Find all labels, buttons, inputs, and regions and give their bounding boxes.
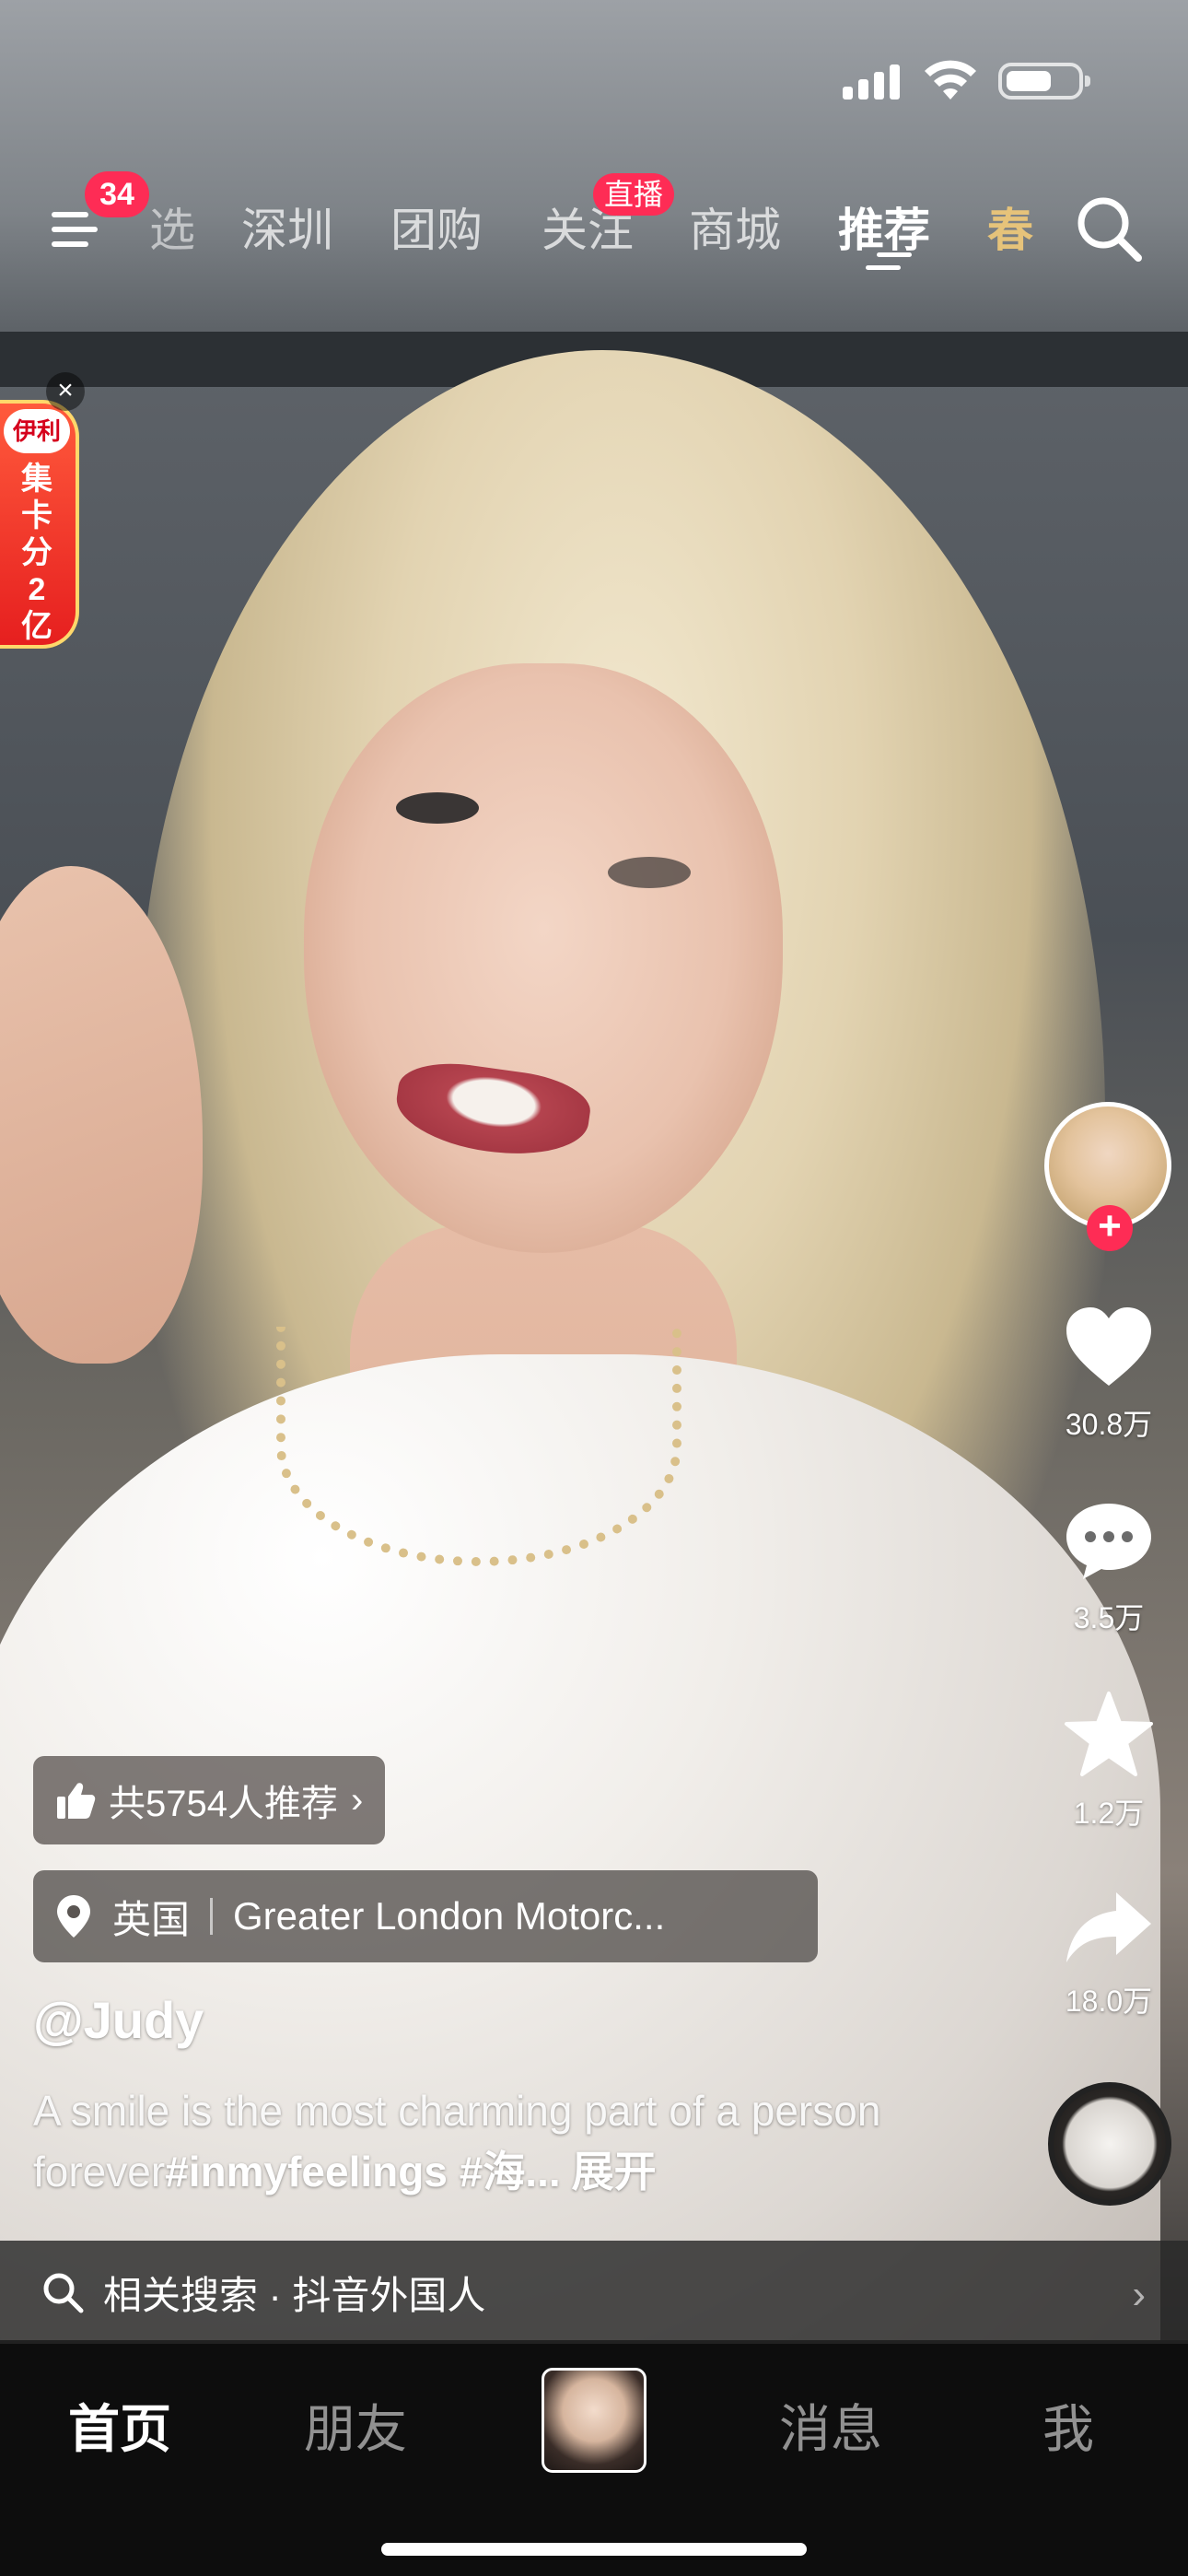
promo-text: 集卡分2亿 [21,462,52,644]
comment-icon [1066,1504,1151,1579]
music-disc[interactable] [1048,2082,1171,2206]
expand-caption-link[interactable]: 展开 [572,2148,657,2195]
share-icon [1066,1892,1151,1962]
like-count: 30.8万 [1065,1408,1153,1441]
live-badge: 直播 [593,173,675,216]
tab-selected[interactable]: 选 [149,193,195,260]
cellular-signal-icon [843,63,903,100]
tab-active-indicator-icon [866,249,914,275]
share-button[interactable]: 18.0万 [1041,1887,1177,2020]
tab-me[interactable]: 我 [1042,2388,1094,2463]
promo-logo: 伊利 [4,409,70,453]
caption-hashtags[interactable]: #inmyfeelings #海... [165,2148,560,2195]
creator-username[interactable]: @Judy [33,1990,204,2050]
related-search-text: 相关搜索 · 抖音外国人 [103,2273,486,2317]
location-place: Greater London Motorc... [233,1894,666,1938]
video-subject-eye [608,857,691,888]
create-button[interactable] [542,2368,646,2473]
status-bar [0,0,1188,166]
tab-spring[interactable]: 春 [987,193,1033,260]
video-subject-eye [396,792,479,824]
recommend-text: 共5754人推荐 [109,1784,338,1824]
menu-icon-line [52,212,88,217]
location-divider [210,1898,214,1935]
comment-button[interactable]: 3.5万 [1041,1498,1177,1637]
top-navigation: 34 选 深圳 团购 关注 直播 商城 推荐 春 [0,171,1188,276]
menu-icon-line [52,241,88,247]
favorite-button[interactable]: 1.2万 [1041,1690,1177,1832]
video-subject-face [304,663,783,1253]
related-search-bar[interactable]: 相关搜索 · 抖音外国人 › [0,2241,1188,2344]
search-icon[interactable] [1068,188,1151,271]
wifi-icon [925,60,976,100]
notification-badge: 34 [85,171,149,217]
location-pin-icon [57,1895,90,1938]
follow-plus-icon[interactable]: + [1087,1205,1133,1251]
favorite-count: 1.2万 [1073,1797,1145,1830]
tab-mall[interactable]: 商城 [689,193,781,260]
chevron-right-icon: › [350,1779,364,1821]
heart-icon [1066,1307,1151,1386]
tab-group-buy[interactable]: 团购 [390,193,483,260]
thumbs-up-icon [57,1783,96,1819]
recommend-pill[interactable]: 共5754人推荐 › [33,1756,386,1844]
video-subject-necklace [276,1327,681,1566]
promo-card[interactable]: 伊利 集卡分2亿 [0,400,79,649]
share-count: 18.0万 [1065,1985,1153,2018]
comment-count: 3.5万 [1073,1601,1145,1634]
tab-friends[interactable]: 朋友 [304,2388,407,2463]
location-pill[interactable]: 英国 Greater London Motorc... [33,1870,818,1962]
battery-icon [998,63,1090,100]
tab-messages[interactable]: 消息 [779,2388,882,2463]
search-icon [43,2273,84,2313]
bottom-tab-bar: 首页 朋友 消息 我 [0,2344,1188,2576]
star-icon [1065,1692,1153,1776]
menu-icon-line [52,227,98,232]
close-icon[interactable]: × [46,372,85,411]
chevron-right-icon: › [1132,2272,1146,2317]
home-indicator[interactable] [381,2543,807,2556]
location-country: 英国 [112,1897,191,1941]
video-player[interactable] [0,0,1188,2340]
promo-widget[interactable]: 伊利 集卡分2亿 × [0,372,88,658]
tab-home[interactable]: 首页 [68,2388,171,2463]
video-caption[interactable]: A smile is the most charming part of a p… [33,2080,917,2202]
tab-shenzhen[interactable]: 深圳 [241,193,333,260]
like-button[interactable]: 30.8万 [1041,1305,1177,1444]
